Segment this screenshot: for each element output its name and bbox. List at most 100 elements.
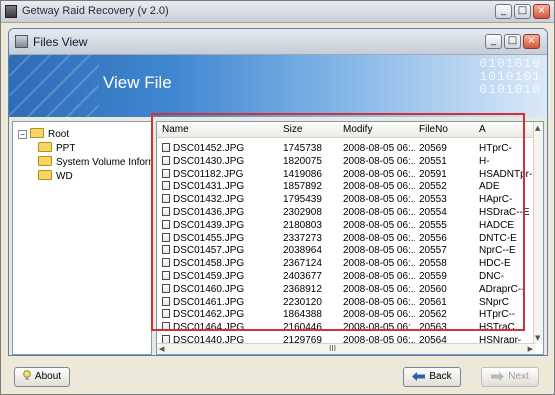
cell-modify: 2008-08-05 06:... (343, 155, 415, 167)
tree-item-wd[interactable]: WD (38, 170, 73, 184)
table-row[interactable]: DSC01430.JPG 1820075 2008-08-05 06:... 2055… (157, 155, 535, 169)
app-window: Getway Raid Recovery (v 2.0) _ □ × Files… (0, 0, 555, 395)
table-cell-fileno: 20563 (419, 322, 447, 333)
files-maximize-button[interactable]: □ (504, 34, 521, 49)
jpg-file-icon (162, 168, 170, 178)
column-header-name[interactable]: Name (162, 124, 189, 135)
cell-name: DSC01430.JPG (173, 155, 245, 167)
files-close-button[interactable]: × (523, 34, 540, 49)
table-cell-modify: 2008-08-05 06:... (343, 284, 415, 295)
table-row[interactable]: DSC01455.JPG 2337273 2008-08-05 06:... 2055… (157, 232, 535, 246)
about-button[interactable]: About (14, 367, 70, 387)
jpg-file-icon (162, 322, 170, 332)
cell-size: 2038964 (283, 245, 322, 257)
table-cell-fileno: 20552 (419, 181, 447, 192)
jpg-file-icon (162, 232, 170, 242)
table-cell-name: DSC01455.JPG (162, 232, 245, 244)
table-cell-modify: 2008-08-05 06:... (343, 169, 415, 180)
table-cell-size: 1857892 (283, 181, 322, 192)
scroll-thumb-grip[interactable]: III (329, 344, 336, 353)
vertical-scrollbar[interactable]: ▲ ▼ (533, 122, 543, 344)
cell-size: 2337273 (283, 232, 322, 244)
files-minimize-button[interactable]: _ (485, 34, 502, 49)
table-cell-name: DSC01464.JPG (162, 322, 244, 333)
back-arrow-icon (412, 370, 426, 388)
scroll-right-icon[interactable]: ▶ (528, 345, 533, 353)
table-cell-fileno: 20555 (419, 220, 447, 231)
cell-modify: 2008-08-05 06:... (343, 296, 415, 308)
file-list[interactable]: Name Size Modify FileNo A DSC01452.JPG 17… (156, 121, 544, 355)
cell-attr: H- (479, 155, 490, 167)
table-cell-modify: 2008-08-05 06:... (343, 309, 415, 320)
table-row[interactable]: DSC01464.JPG 2160446 2008-08-05 06:... 2056… (157, 322, 535, 335)
horizontal-scrollbar[interactable]: ◀ III ▶ (157, 343, 535, 354)
cell-modify: 2008-08-05 06:... (343, 322, 415, 334)
cell-attr: HSADNTpr-E (479, 168, 535, 180)
table-cell-attr: HTprC-- (479, 309, 535, 320)
table-cell-name: DSC01431.JPG (162, 181, 244, 192)
cell-attr: ADE (479, 181, 500, 193)
table-cell-attr: HAprC- (479, 194, 535, 205)
close-button[interactable]: × (533, 4, 550, 19)
cell-fileno: 20555 (419, 219, 447, 231)
table-cell-size: 2302908 (283, 207, 322, 218)
collapse-icon[interactable]: − (18, 130, 27, 139)
table-row[interactable]: DSC01457.JPG 2038964 2008-08-05 06:... 2055… (157, 245, 535, 258)
table-row[interactable]: DSC01182.JPG 1419086 2008-08-05 06:... 2059… (157, 168, 535, 182)
cell-fileno: 20556 (419, 232, 447, 244)
back-button[interactable]: Back (403, 367, 461, 387)
table-cell-size: 2230120 (283, 297, 322, 308)
scroll-down-icon[interactable]: ▼ (535, 334, 540, 342)
maximize-button[interactable]: □ (514, 4, 531, 19)
table-row[interactable]: DSC01439.JPG 2180803 2008-08-05 06:... 2055… (157, 219, 535, 233)
table-cell-fileno: 20558 (419, 258, 447, 269)
column-header-size[interactable]: Size (283, 124, 302, 135)
table-cell-size: 2180803 (283, 220, 322, 231)
table-cell-attr: NprC--E (479, 245, 535, 256)
table-cell-modify: 2008-08-05 06:... (343, 245, 415, 256)
table-row[interactable]: DSC01462.JPG 1864388 2008-08-05 06:... 2056… (157, 309, 535, 322)
column-header-modify[interactable]: Modify (343, 124, 372, 135)
column-header-fileno[interactable]: FileNo (419, 124, 448, 135)
table-row[interactable]: DSC01460.JPG 2368912 2008-08-05 06:... 2056… (157, 283, 535, 297)
table-cell-attr: HSTraC (479, 322, 535, 333)
tree-item-ppt[interactable]: PPT (38, 142, 75, 156)
cell-size: 2403677 (283, 271, 322, 282)
folder-tree[interactable]: −Root PPT System Volume Informa WD (12, 121, 152, 355)
table-cell-fileno: 20553 (419, 194, 447, 205)
table-cell-size: 1864388 (283, 309, 322, 320)
table-cell-size: 2337273 (283, 233, 322, 244)
cell-attr: HDC-E (479, 258, 511, 270)
jpg-file-icon (162, 258, 170, 268)
cell-attr: HADCE (479, 219, 515, 231)
scroll-up-icon[interactable]: ▲ (535, 124, 540, 132)
table-cell-name: DSC01430.JPG (162, 155, 245, 167)
column-header-attributes[interactable]: A (479, 124, 486, 135)
cell-modify: 2008-08-05 06:... (343, 194, 415, 206)
table-cell-name: DSC01436.JPG (162, 207, 244, 218)
table-cell-name: DSC01439.JPG (162, 219, 244, 231)
next-button[interactable]: Next (481, 367, 539, 387)
minimize-button[interactable]: _ (495, 4, 512, 19)
tree-item-system-volume[interactable]: System Volume Informa (38, 156, 151, 170)
cell-size: 1795439 (283, 194, 322, 206)
table-cell-attr: ADraprC-- (479, 284, 535, 295)
scroll-left-icon[interactable]: ◀ (159, 345, 164, 353)
table-row[interactable]: DSC01458.JPG 2367124 2008-08-05 06:... 2055… (157, 258, 535, 271)
files-view-window: Files View _ □ × View File 0101010 10101… (8, 28, 548, 356)
cell-name: DSC01455.JPG (173, 232, 245, 244)
tree-item-root[interactable]: − Root (18, 128, 69, 142)
table-row[interactable]: DSC01452.JPG 1745738 2008-08-05 06:... 2056… (157, 143, 535, 156)
folder-icon (30, 128, 44, 138)
table-row[interactable]: DSC01461.JPG 2230120 2008-08-05 06:... 2056… (157, 296, 535, 310)
cell-name: DSC01462.JPG (173, 309, 245, 321)
table-row[interactable]: DSC01432.JPG 1795439 2008-08-05 06:... 2055… (157, 194, 535, 207)
cell-attr: DNC- (479, 271, 504, 282)
banner-heading: View File (103, 73, 172, 92)
table-row[interactable]: DSC01431.JPG 1857892 2008-08-05 06:... 2055… (157, 181, 535, 194)
cell-fileno: 20554 (419, 207, 447, 218)
table-row[interactable]: DSC01436.JPG 2302908 2008-08-05 06:... 2055… (157, 207, 535, 220)
cell-attr: ADraprC-- (479, 283, 525, 295)
table-row[interactable]: DSC01459.JPG 2403677 2008-08-05 06:... 2055… (157, 271, 535, 284)
files-view-icon (15, 35, 28, 48)
